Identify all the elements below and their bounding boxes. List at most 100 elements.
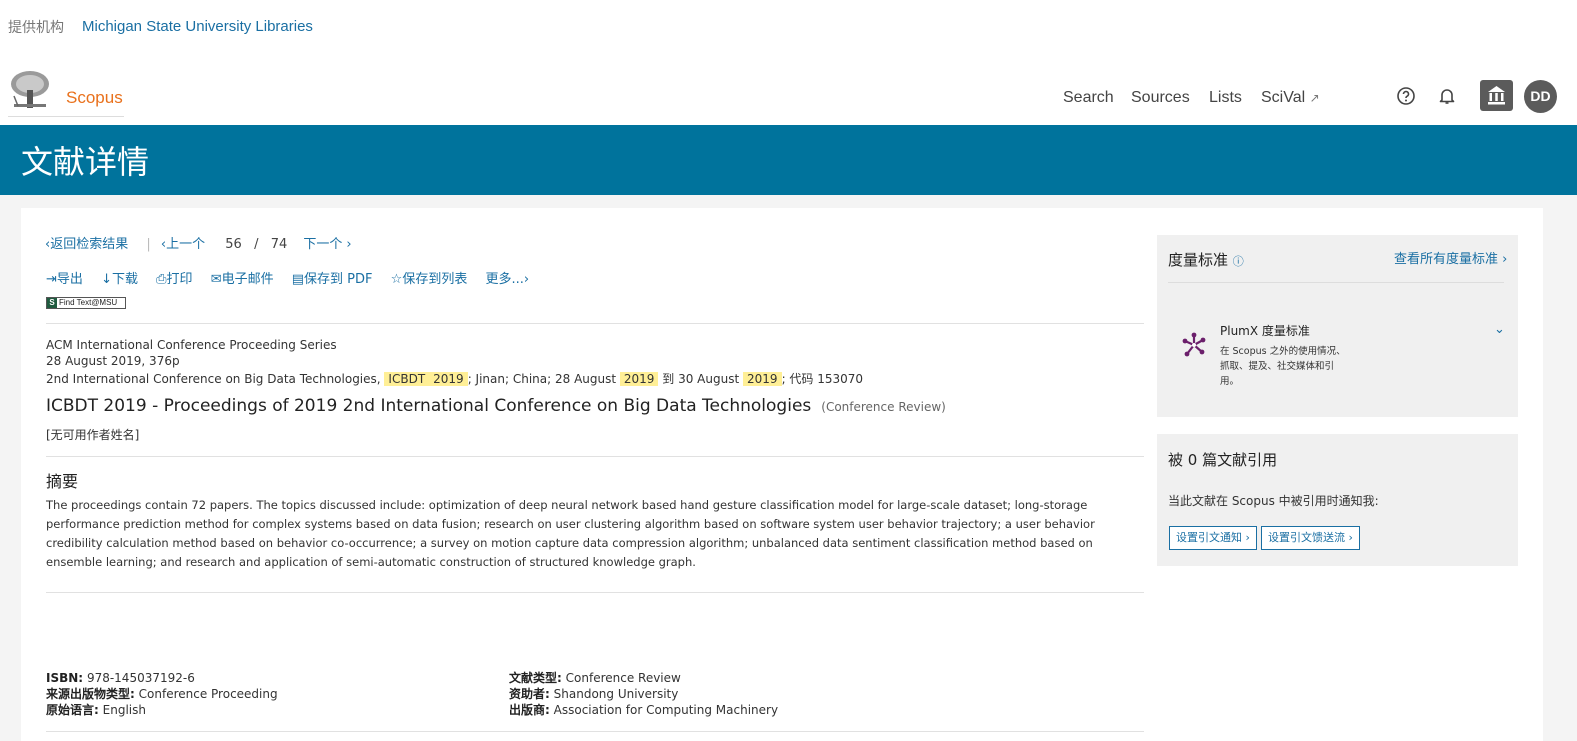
- info-language: 原始语言: English: [46, 702, 278, 718]
- info-value: English: [102, 703, 146, 717]
- info-icon[interactable]: ⓘ: [1233, 255, 1244, 268]
- next-link[interactable]: 下一个 ›: [303, 237, 351, 252]
- find-text-button[interactable]: S Find Text@MSU: [46, 297, 126, 309]
- institution-label: 提供机构: [8, 20, 64, 36]
- set-citation-alert-button[interactable]: 设置引文通知 ›: [1169, 526, 1257, 550]
- info-right: 文献类型: Conference Review 资助者: Shandong Un…: [509, 670, 778, 718]
- source-series-link[interactable]: ACM International Conference Proceeding …: [46, 338, 337, 352]
- info-sponsor: 资助者: Shandong University: [509, 686, 778, 702]
- print-icon: ⎙: [156, 272, 167, 287]
- pager-count: 56 / 74: [225, 237, 291, 252]
- nav-scival[interactable]: SciVal ↗: [1261, 89, 1320, 107]
- info-source-type: 来源出版物类型: Conference Proceeding: [46, 686, 278, 702]
- current-index: 56: [225, 237, 242, 252]
- info-label: 文献类型:: [509, 671, 562, 685]
- info-label: 出版商:: [509, 703, 550, 717]
- previous-label: 上一个: [166, 237, 206, 252]
- conference-code: ; 代码 153070: [781, 372, 864, 386]
- info-label: 资助者:: [509, 687, 550, 701]
- email-button[interactable]: ✉电子邮件: [211, 272, 274, 287]
- plumx-description: 在 Scopus 之外的使用情况、抓取、提及、社交媒体和引用。: [1220, 346, 1346, 387]
- print-button[interactable]: ⎙打印: [156, 272, 192, 287]
- elsevier-tree-logo[interactable]: [8, 70, 52, 112]
- info-value: Association for Computing Machinery: [553, 703, 779, 717]
- info-value: Conference Proceeding: [138, 687, 278, 701]
- divider: [46, 592, 1144, 593]
- document-type-label: (Conference Review): [821, 400, 946, 414]
- help-icon[interactable]: [1396, 86, 1416, 106]
- more-button[interactable]: 更多...›: [485, 272, 529, 287]
- highlight-term: ICBDT: [384, 372, 430, 386]
- conference-info: 2nd International Conference on Big Data…: [46, 370, 863, 387]
- metrics-heading-text: 度量标准: [1168, 251, 1229, 269]
- institution-icon: [1488, 86, 1505, 105]
- document-actions: ⇥导出 ↓下载 ⎙打印 ✉电子邮件 ▤保存到 PDF ☆保存到列表 更多...›: [46, 268, 543, 287]
- plumx-icon: [1182, 332, 1206, 357]
- find-text-badge: S: [47, 298, 57, 308]
- info-value: Conference Review: [565, 671, 681, 685]
- save-pdf-label: 保存到 PDF: [304, 272, 373, 287]
- cited-by-heading: 被 0 篇文献引用: [1168, 451, 1278, 469]
- email-icon: ✉: [210, 272, 222, 287]
- result-pager: ‹返回检索结果 | ‹上一个 56 / 74 下一个 ›: [45, 233, 356, 252]
- scopus-brand[interactable]: Scopus: [66, 88, 123, 108]
- institution-button[interactable]: [1480, 80, 1513, 111]
- metrics-heading: 度量标准 ⓘ: [1168, 249, 1244, 270]
- star-icon: ☆: [390, 272, 403, 287]
- highlight-term: 2019: [743, 372, 782, 386]
- divider: [46, 731, 1144, 732]
- info-label: 原始语言:: [46, 703, 99, 717]
- export-button[interactable]: ⇥导出: [46, 272, 83, 287]
- citation-notify-text: 当此文献在 Scopus 中被引用时通知我:: [1168, 494, 1379, 508]
- highlight-term: 2019: [619, 372, 659, 386]
- info-value: 978-145037192-6: [86, 671, 195, 685]
- nav-search[interactable]: Search: [1063, 89, 1114, 107]
- download-button[interactable]: ↓下载: [101, 272, 138, 287]
- divider: [46, 323, 1144, 324]
- avatar[interactable]: DD: [1524, 80, 1557, 113]
- page-banner: 文献详情: [0, 125, 1577, 195]
- institution-name-link[interactable]: Michigan State University Libraries: [82, 18, 313, 35]
- find-text-label: Find Text@MSU: [59, 298, 118, 307]
- view-all-metrics-link[interactable]: 查看所有度量标准 ›: [1394, 248, 1507, 267]
- brand-divider: [8, 116, 124, 117]
- previous-link[interactable]: ‹上一个: [161, 237, 209, 252]
- nav-scival-label: SciVal: [1261, 89, 1306, 106]
- view-all-label: 查看所有度量标准: [1394, 252, 1499, 267]
- highlight-term: 2019: [429, 372, 468, 386]
- conference-end-date: 到 30 August: [662, 372, 740, 386]
- info-label: ISBN:: [46, 671, 84, 685]
- back-to-results-link[interactable]: ‹返回检索结果: [45, 237, 132, 252]
- save-pdf-button[interactable]: ▤保存到 PDF: [292, 272, 373, 287]
- source-date-pages: 28 August 2019, 376p: [46, 354, 180, 368]
- info-value: Shandong University: [553, 687, 679, 701]
- info-left: ISBN: 978-145037192-6 来源出版物类型: Conferenc…: [46, 670, 278, 718]
- bell-icon[interactable]: [1437, 86, 1457, 106]
- info-publisher: 出版商: Association for Computing Machinery: [509, 702, 778, 718]
- export-icon: ⇥: [46, 272, 57, 287]
- export-label: 导出: [56, 272, 83, 287]
- divider: [46, 456, 1144, 457]
- set-citation-feed-button[interactable]: 设置引文馈送流 ›: [1261, 526, 1360, 550]
- chevron-down-icon[interactable]: ⌄: [1494, 322, 1505, 337]
- nav-sources[interactable]: Sources: [1131, 89, 1190, 107]
- document-title-text: ICBDT 2019 - Proceedings of 2019 2nd Int…: [46, 396, 812, 416]
- plumx-title: PlumX 度量标准: [1220, 324, 1310, 338]
- document-title: ICBDT 2019 - Proceedings of 2019 2nd Int…: [46, 396, 946, 416]
- save-list-label: 保存到列表: [402, 272, 468, 287]
- save-to-list-button[interactable]: ☆保存到列表: [391, 272, 468, 287]
- back-label: 返回检索结果: [50, 237, 129, 252]
- info-label: 来源出版物类型:: [46, 687, 135, 701]
- total-count: 74: [270, 237, 288, 252]
- nav-lists[interactable]: Lists: [1209, 89, 1242, 107]
- abstract-heading: 摘要: [46, 472, 79, 491]
- conference-name: 2nd International Conference on Big Data…: [46, 372, 381, 386]
- pager-divider: |: [146, 237, 151, 252]
- external-link-icon: ↗: [1309, 91, 1320, 105]
- abstract-text: The proceedings contain 72 papers. The t…: [46, 498, 1095, 569]
- print-label: 打印: [166, 272, 193, 287]
- download-label: 下载: [111, 272, 138, 287]
- more-label: 更多...: [485, 272, 524, 287]
- conference-location: ; Jinan; China; 28 August: [467, 372, 617, 386]
- info-doc-type: 文献类型: Conference Review: [509, 670, 778, 686]
